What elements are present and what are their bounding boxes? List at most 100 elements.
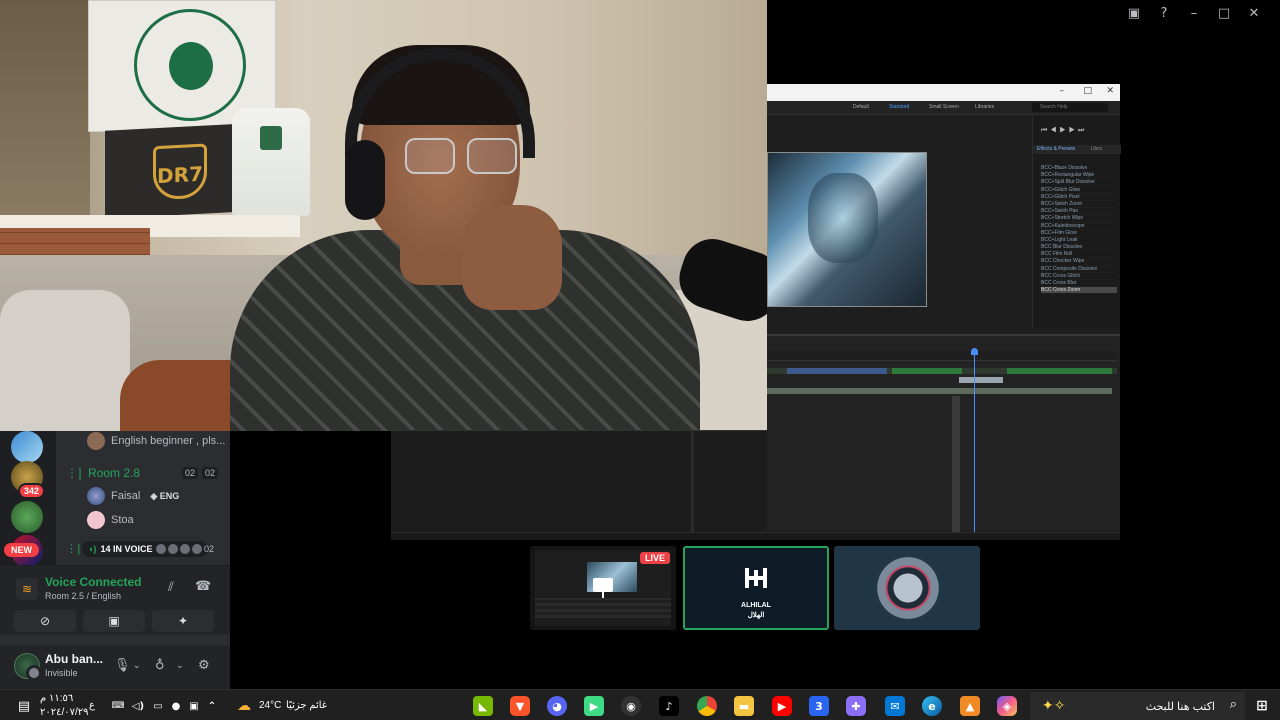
weather-temperature[interactable]: 24°C	[259, 700, 281, 711]
effect-item[interactable]: BCC+Glitch Glow	[1041, 187, 1117, 194]
participant-tile-alhilal[interactable]: ALHILAL الهلال	[683, 546, 829, 630]
effect-item[interactable]: BCC+Stretch Wipe	[1041, 215, 1117, 223]
chevron-down-icon[interactable]: ⌄	[133, 661, 141, 671]
voice-user[interactable]: Faisal ◈ ENG	[87, 487, 179, 505]
effect-item[interactable]: BCC+Film Glow	[1041, 230, 1117, 237]
activities-button[interactable]: ✦	[152, 610, 214, 632]
libraries-tab-label[interactable]: Libra	[1091, 146, 1102, 152]
voice-user[interactable]: Stoa	[87, 511, 134, 529]
noise-suppression-icon[interactable]: ⫽	[168, 579, 174, 595]
effect-item[interactable]: BCC Cross Zoom	[1041, 287, 1117, 295]
disconnect-icon[interactable]: ☎	[195, 578, 211, 594]
playhead[interactable]	[971, 348, 978, 532]
close-icon[interactable]: ✕	[1246, 5, 1262, 21]
voice-connected-title[interactable]: Voice Connected	[45, 575, 141, 589]
tab-standard[interactable]: Standard	[889, 104, 909, 110]
signal-icon[interactable]: ≋	[16, 578, 38, 600]
voice-channel-room-2-8[interactable]: ⋮| Room 2.8 02 02	[66, 464, 218, 482]
tab-libraries[interactable]: Libraries	[975, 104, 994, 110]
tray-app-icon[interactable]: ▣	[184, 696, 204, 716]
timeline-ruler[interactable]	[767, 351, 1117, 361]
pr-minimize-icon[interactable]: –	[1060, 86, 1065, 96]
effect-item[interactable]: BCC+Rectangular Wipe	[1041, 172, 1117, 180]
effect-item[interactable]: BCC+Kaleidoscope	[1041, 223, 1117, 230]
network-icon[interactable]: ▭	[148, 696, 168, 716]
mic-tray-icon[interactable]: ●	[166, 696, 186, 716]
clip[interactable]	[892, 368, 962, 374]
effect-item[interactable]: BCC Checker Wipe	[1041, 258, 1117, 266]
show-hidden-icons[interactable]: ⌃	[202, 696, 222, 716]
brave-icon[interactable]: ▼	[510, 696, 530, 716]
username[interactable]: Abu ban...	[45, 652, 103, 666]
tiktok-icon[interactable]: ♪	[659, 696, 679, 716]
timeline-scrollbar[interactable]	[391, 532, 1120, 540]
taskbar-search[interactable]: ✦✧ اكتب هنا للبحث ⌕	[1030, 692, 1245, 720]
transport-controls[interactable]: ⏮◀▶▶⏭	[1041, 127, 1087, 135]
effect-item[interactable]: BCC+Split Blur Dissolve	[1041, 179, 1117, 187]
tab-default[interactable]: Default	[853, 104, 869, 110]
effect-item[interactable]: BCC+Swish Zoom	[1041, 201, 1117, 209]
effects-header[interactable]: Effects & Presets Libra	[1033, 145, 1121, 154]
selected-clip[interactable]	[959, 377, 1003, 383]
weather-condition[interactable]: غائم جزئيًا	[286, 700, 327, 711]
clock-time[interactable]: ١١:٥٦ م	[40, 693, 73, 704]
volume-icon[interactable]: ◁)	[128, 696, 148, 716]
clip[interactable]	[1007, 368, 1112, 374]
discord-icon[interactable]: ◕	[547, 696, 567, 716]
help-icon[interactable]: ?	[1156, 5, 1172, 21]
obs-icon[interactable]: ◉	[621, 696, 641, 716]
timeline-panel[interactable]	[767, 334, 1120, 532]
keyboard-icon[interactable]: ⌨	[108, 696, 128, 716]
effect-item[interactable]: BCC Cross Blur	[1041, 280, 1117, 288]
in-voice-pill[interactable]: ◖) 14 IN VOICE	[82, 541, 209, 557]
tab-small-screen[interactable]: Small Screen	[929, 104, 959, 110]
app-icon[interactable]: ▲	[960, 696, 980, 716]
microphone-icon[interactable]: 🎙︎	[114, 658, 131, 673]
chrome-icon[interactable]	[697, 696, 717, 716]
pr-maximize-icon[interactable]: □	[1083, 86, 1092, 96]
effect-item[interactable]: BCC Cross Glitch	[1041, 273, 1117, 280]
user-avatar[interactable]	[14, 653, 42, 681]
css3-icon[interactable]: 3	[809, 696, 829, 716]
effect-item[interactable]: BCC Film Roll	[1041, 251, 1117, 259]
screen-share-tile[interactable]: LIVE	[530, 546, 676, 630]
effect-item[interactable]: BCC+Light Leak	[1041, 237, 1117, 245]
gamepad-icon[interactable]: ✚	[846, 696, 866, 716]
participant-tile-mask[interactable]	[834, 546, 980, 630]
input-language[interactable]: ع	[89, 700, 95, 711]
minimize-icon[interactable]: –	[1186, 5, 1202, 21]
play-icon[interactable]: ▶	[584, 696, 604, 716]
help-search-input[interactable]: Search Help	[1032, 103, 1108, 112]
voice-user[interactable]: English beginner , pls...	[87, 432, 225, 450]
effect-item[interactable]: BCC Blur Dissolve	[1041, 244, 1117, 252]
nvidia-icon[interactable]: ◣	[473, 696, 493, 716]
panel-divider[interactable]	[691, 430, 694, 532]
headphones-icon[interactable]: ♁	[155, 658, 165, 673]
copilot-icon[interactable]: ◈	[997, 696, 1017, 716]
pr-close-icon[interactable]: ✕	[1106, 86, 1114, 96]
file-explorer-icon[interactable]: ▬	[734, 696, 754, 716]
camera-off-button[interactable]: ⊘	[14, 610, 76, 632]
clock-date[interactable]: ٢٠٢٤/٠٧/٢٩	[40, 707, 89, 718]
screen-share-button[interactable]: ▣	[83, 610, 145, 632]
notifications-icon[interactable]: ▤	[14, 696, 34, 716]
program-monitor[interactable]	[767, 152, 927, 307]
clip[interactable]	[787, 368, 887, 374]
effect-item[interactable]: BCC+Glitch Pixel	[1041, 194, 1117, 201]
effect-item[interactable]: BCC+Swish Pan	[1041, 208, 1117, 216]
youtube-icon[interactable]: ▶	[772, 696, 792, 716]
outlook-icon[interactable]: ✉	[885, 696, 905, 716]
start-windows-icon[interactable]: ⊞	[1252, 696, 1272, 716]
effect-item[interactable]: BCC Composite Dissolve	[1041, 266, 1117, 273]
server-icon[interactable]	[11, 431, 43, 463]
audio-track[interactable]	[767, 388, 1112, 394]
voice-channel-path[interactable]: Room 2.5 / English	[45, 591, 121, 601]
inbox-icon[interactable]: ▣	[1126, 5, 1142, 21]
weather-icon[interactable]: ☁	[234, 696, 254, 716]
settings-gear-icon[interactable]: ⚙	[198, 658, 210, 673]
effect-item[interactable]: BCC+Blaze Dissolve	[1041, 165, 1117, 173]
chevron-down-icon[interactable]: ⌄	[176, 661, 184, 671]
edge-icon[interactable]: e	[922, 696, 942, 716]
server-icon[interactable]	[11, 501, 43, 533]
maximize-icon[interactable]: □	[1216, 5, 1232, 21]
